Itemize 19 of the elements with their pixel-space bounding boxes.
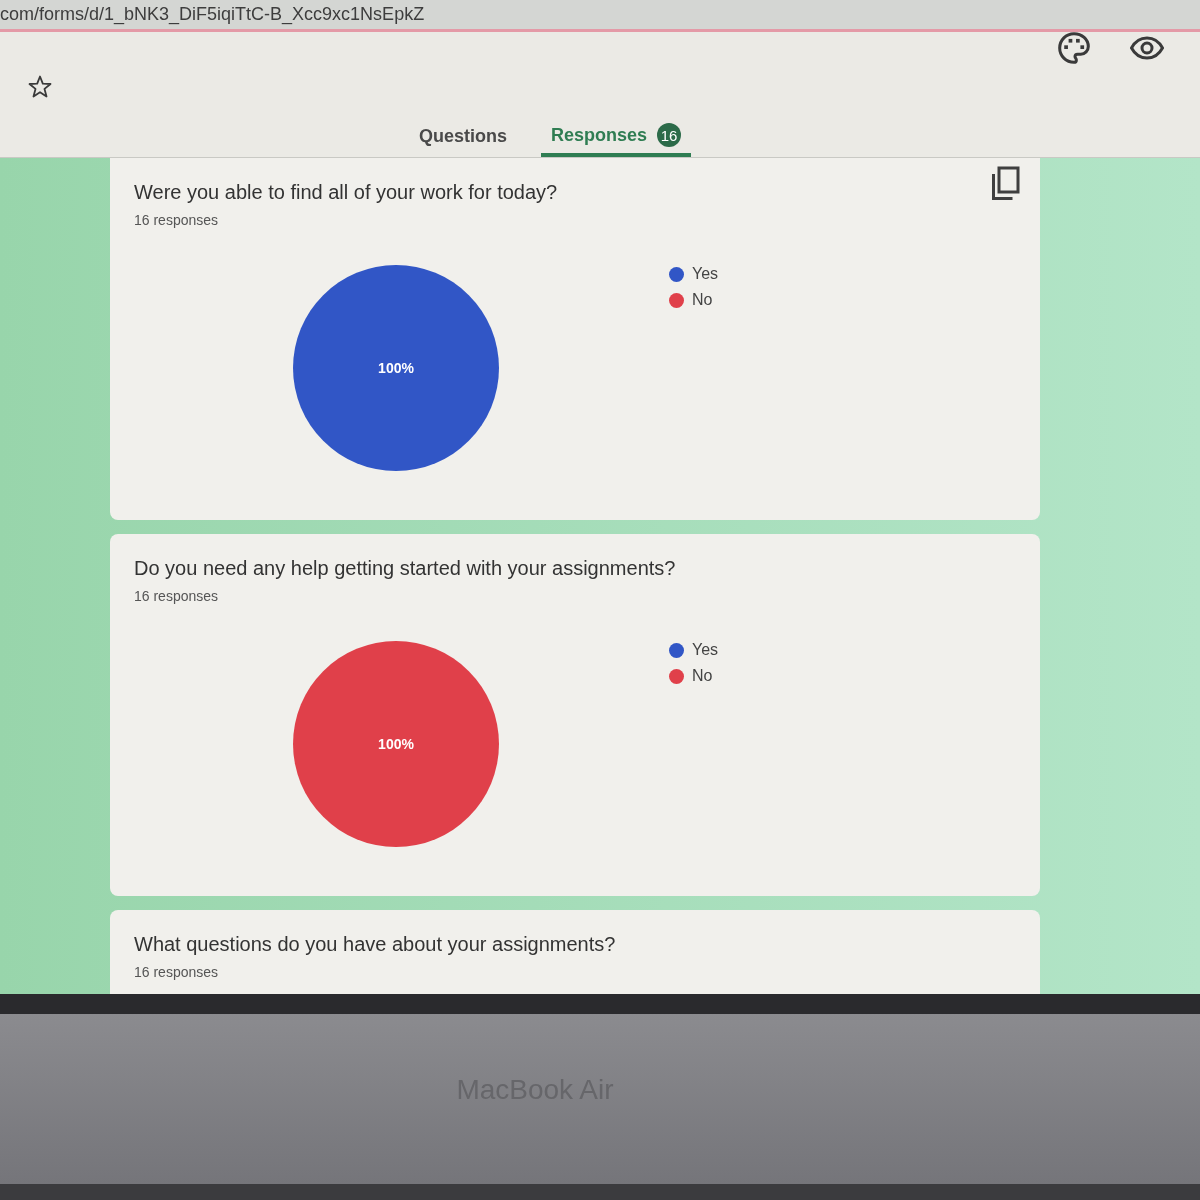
question-title: Do you need any help getting started with your assignments?	[134, 556, 676, 580]
slice-label: 100%	[378, 736, 414, 752]
slice-label: 100%	[378, 360, 414, 376]
copy-icon[interactable]	[990, 166, 1020, 200]
star-icon[interactable]	[28, 74, 52, 98]
question-title: Were you able to find all of your work for today?	[134, 180, 558, 204]
legend-label: No	[692, 291, 713, 309]
count-badge: 16	[657, 123, 682, 147]
question-title: What questions do you have about your assignments?	[134, 932, 616, 956]
legend-label: Yes	[692, 265, 719, 283]
address-field[interactable]: com/forms/d/1_bNK3_DiF5iqiTtC-B_Xcc9xc1NsEpkZ	[0, 0, 1200, 32]
palette-icon[interactable]	[1058, 32, 1090, 64]
tab[interactable]: Questions	[408, 126, 517, 157]
eye-icon[interactable]	[1130, 36, 1164, 60]
response-count: 16 responses	[134, 212, 219, 229]
legend-label: Yes	[692, 641, 719, 659]
legend-label: No	[692, 667, 713, 685]
response-count: 16 responses	[134, 964, 219, 981]
response-count: 16 responses	[134, 588, 219, 605]
